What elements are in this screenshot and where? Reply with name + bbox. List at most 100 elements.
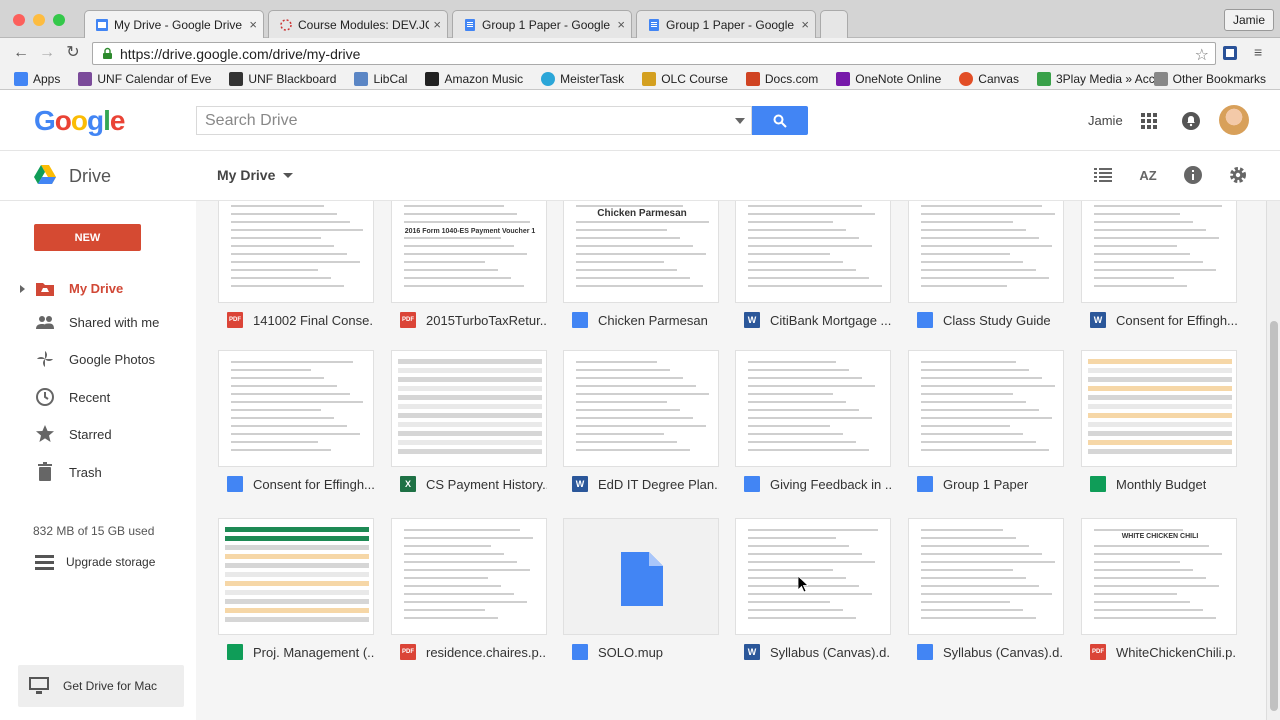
file-thumbnail[interactable] [1081, 350, 1237, 467]
file-meta[interactable]: Proj. Management (... [218, 635, 374, 669]
file-meta[interactable]: W CitiBank Mortgage ... [735, 303, 891, 337]
file-card[interactable]: W Consent for Effingh... [1081, 201, 1239, 338]
file-thumbnail[interactable] [391, 518, 547, 635]
file-thumbnail[interactable] [218, 518, 374, 635]
file-meta[interactable]: PDF residence.chaires.p... [391, 635, 547, 669]
file-thumbnail[interactable]: WHITE CHICKEN CHILI [1081, 518, 1237, 635]
file-meta[interactable]: PDF 141002 Final Conse... [218, 303, 374, 337]
scrollbar-thumb[interactable] [1270, 321, 1278, 711]
file-card[interactable]: Proj. Management (... [218, 518, 376, 670]
new-tab-button[interactable] [820, 10, 848, 38]
file-meta[interactable]: Consent for Effingh... [218, 467, 374, 501]
file-card[interactable]: WHITE CHICKEN CHILI PDF WhiteChickenChili.… [1081, 518, 1239, 670]
sort-az-icon[interactable]: AZ [1138, 165, 1158, 185]
notifications-bell-icon[interactable] [1182, 112, 1200, 130]
file-card[interactable]: Monthly Budget [1081, 350, 1239, 502]
tab-course-modules[interactable]: Course Modules: DEV.JCH × [268, 10, 448, 38]
file-card[interactable]: X CS Payment History... [391, 350, 549, 502]
bookmark-meistertask[interactable]: MeisterTask [541, 71, 624, 86]
file-card[interactable]: Syllabus (Canvas).d... [908, 518, 1066, 670]
file-thumbnail[interactable] [735, 518, 891, 635]
file-meta[interactable]: Group 1 Paper [908, 467, 1064, 501]
back-icon[interactable]: ← [10, 42, 32, 64]
file-meta[interactable]: W EdD IT Degree Plan... [563, 467, 719, 501]
file-meta[interactable]: PDF 2015TurboTaxRetur... [391, 303, 547, 337]
file-meta[interactable]: Chicken Parmesan [563, 303, 719, 337]
file-card[interactable]: Giving Feedback in ... [735, 350, 893, 502]
info-icon[interactable] [1183, 165, 1203, 185]
file-meta[interactable]: PDF WhiteChickenChili.p... [1081, 635, 1237, 669]
file-thumbnail[interactable] [218, 350, 374, 467]
file-thumbnail[interactable] [908, 518, 1064, 635]
file-meta[interactable]: X CS Payment History... [391, 467, 547, 501]
menu-icon[interactable]: ≡ [1254, 44, 1262, 60]
file-card[interactable]: PDF residence.chaires.p... [391, 518, 549, 670]
bookmark-star-icon[interactable]: ☆ [1195, 45, 1209, 65]
search-input[interactable]: Search Drive [196, 106, 752, 135]
file-thumbnail[interactable] [735, 350, 891, 467]
bookmark-amazon-music[interactable]: Amazon Music [425, 71, 523, 86]
settings-gear-icon[interactable] [1228, 165, 1248, 185]
sidebar-item-recent[interactable]: Recent [0, 380, 196, 414]
close-window-button[interactable] [13, 14, 25, 26]
bookmark-apps[interactable]: Apps [14, 71, 60, 86]
file-meta[interactable]: Giving Feedback in ... [735, 467, 891, 501]
file-thumbnail[interactable] [563, 350, 719, 467]
file-thumbnail[interactable]: 2016 Form 1040-ES Payment Voucher 1 [391, 201, 547, 303]
file-meta[interactable]: W Syllabus (Canvas).d... [735, 635, 891, 669]
file-card[interactable]: SOLO.mup [563, 518, 721, 670]
profile-button[interactable]: Jamie [1223, 9, 1274, 31]
close-tab-icon[interactable]: × [801, 17, 809, 32]
bookmark-onenote[interactable]: OneNote Online [836, 71, 941, 86]
file-thumbnail[interactable] [908, 350, 1064, 467]
bookmark-unf-calendar[interactable]: UNF Calendar of Eve [78, 71, 211, 86]
close-tab-icon[interactable]: × [617, 17, 625, 32]
tab-group-1-paper-2[interactable]: Group 1 Paper - Google D × [636, 10, 816, 38]
reload-icon[interactable]: ↻ [62, 42, 84, 64]
file-thumbnail[interactable] [563, 518, 719, 635]
file-card[interactable]: PDF 141002 Final Conse... [218, 201, 376, 338]
bookmark-docs-com[interactable]: Docs.com [745, 71, 818, 86]
zoom-window-button[interactable] [53, 14, 65, 26]
file-thumbnail[interactable] [908, 201, 1064, 303]
apps-grid-icon[interactable] [1141, 113, 1157, 129]
file-thumbnail[interactable] [1081, 201, 1237, 303]
file-card[interactable]: 2016 Form 1040-ES Payment Voucher 1 PDF 20… [391, 201, 549, 338]
close-tab-icon[interactable]: × [433, 17, 441, 32]
tab-group-1-paper[interactable]: Group 1 Paper - Google D × [452, 10, 632, 38]
file-card[interactable]: W Syllabus (Canvas).d... [735, 518, 893, 670]
bookmark-unf-blackboard[interactable]: UNF Blackboard [229, 71, 336, 86]
bookmark-3play-media[interactable]: 3Play Media » Accou [1036, 71, 1168, 86]
file-meta[interactable]: SOLO.mup [563, 635, 719, 669]
file-card[interactable]: W EdD IT Degree Plan... [563, 350, 721, 502]
get-drive-for-mac-button[interactable]: Get Drive for Mac [18, 665, 184, 707]
file-card[interactable]: Consent for Effingh... [218, 350, 376, 502]
sidebar-item-trash[interactable]: Trash [0, 455, 196, 489]
file-meta[interactable]: Syllabus (Canvas).d... [908, 635, 1064, 669]
google-logo[interactable]: Google [34, 105, 125, 137]
new-button[interactable]: NEW [34, 224, 141, 251]
forward-icon[interactable]: → [36, 42, 58, 64]
my-drive-dropdown[interactable]: My Drive [217, 167, 294, 183]
minimize-window-button[interactable] [33, 14, 45, 26]
list-view-icon[interactable] [1093, 165, 1113, 185]
search-button[interactable] [752, 106, 808, 135]
vertical-scrollbar[interactable] [1266, 201, 1280, 720]
extension-icon[interactable] [1222, 45, 1238, 61]
file-meta[interactable]: Monthly Budget [1081, 467, 1237, 501]
user-name[interactable]: Jamie [1088, 113, 1123, 128]
file-thumbnail[interactable] [391, 350, 547, 467]
bookmark-olc-course[interactable]: OLC Course [642, 71, 728, 86]
file-thumbnail[interactable]: Chicken Parmesan [563, 201, 719, 303]
upgrade-storage-link[interactable]: Upgrade storage [0, 553, 196, 577]
close-tab-icon[interactable]: × [249, 17, 257, 32]
sidebar-item-starred[interactable]: Starred [0, 417, 196, 451]
file-meta[interactable]: W Consent for Effingh... [1081, 303, 1237, 337]
address-bar[interactable]: https://drive.google.com/drive/my-drive … [92, 42, 1216, 65]
sidebar-item-my-drive[interactable]: My Drive [0, 271, 196, 305]
file-meta[interactable]: Class Study Guide [908, 303, 1064, 337]
file-card[interactable]: W CitiBank Mortgage ... [735, 201, 893, 338]
search-options-caret-icon[interactable] [735, 118, 745, 124]
sidebar-item-google-photos[interactable]: Google Photos [0, 342, 196, 376]
file-thumbnail[interactable] [218, 201, 374, 303]
